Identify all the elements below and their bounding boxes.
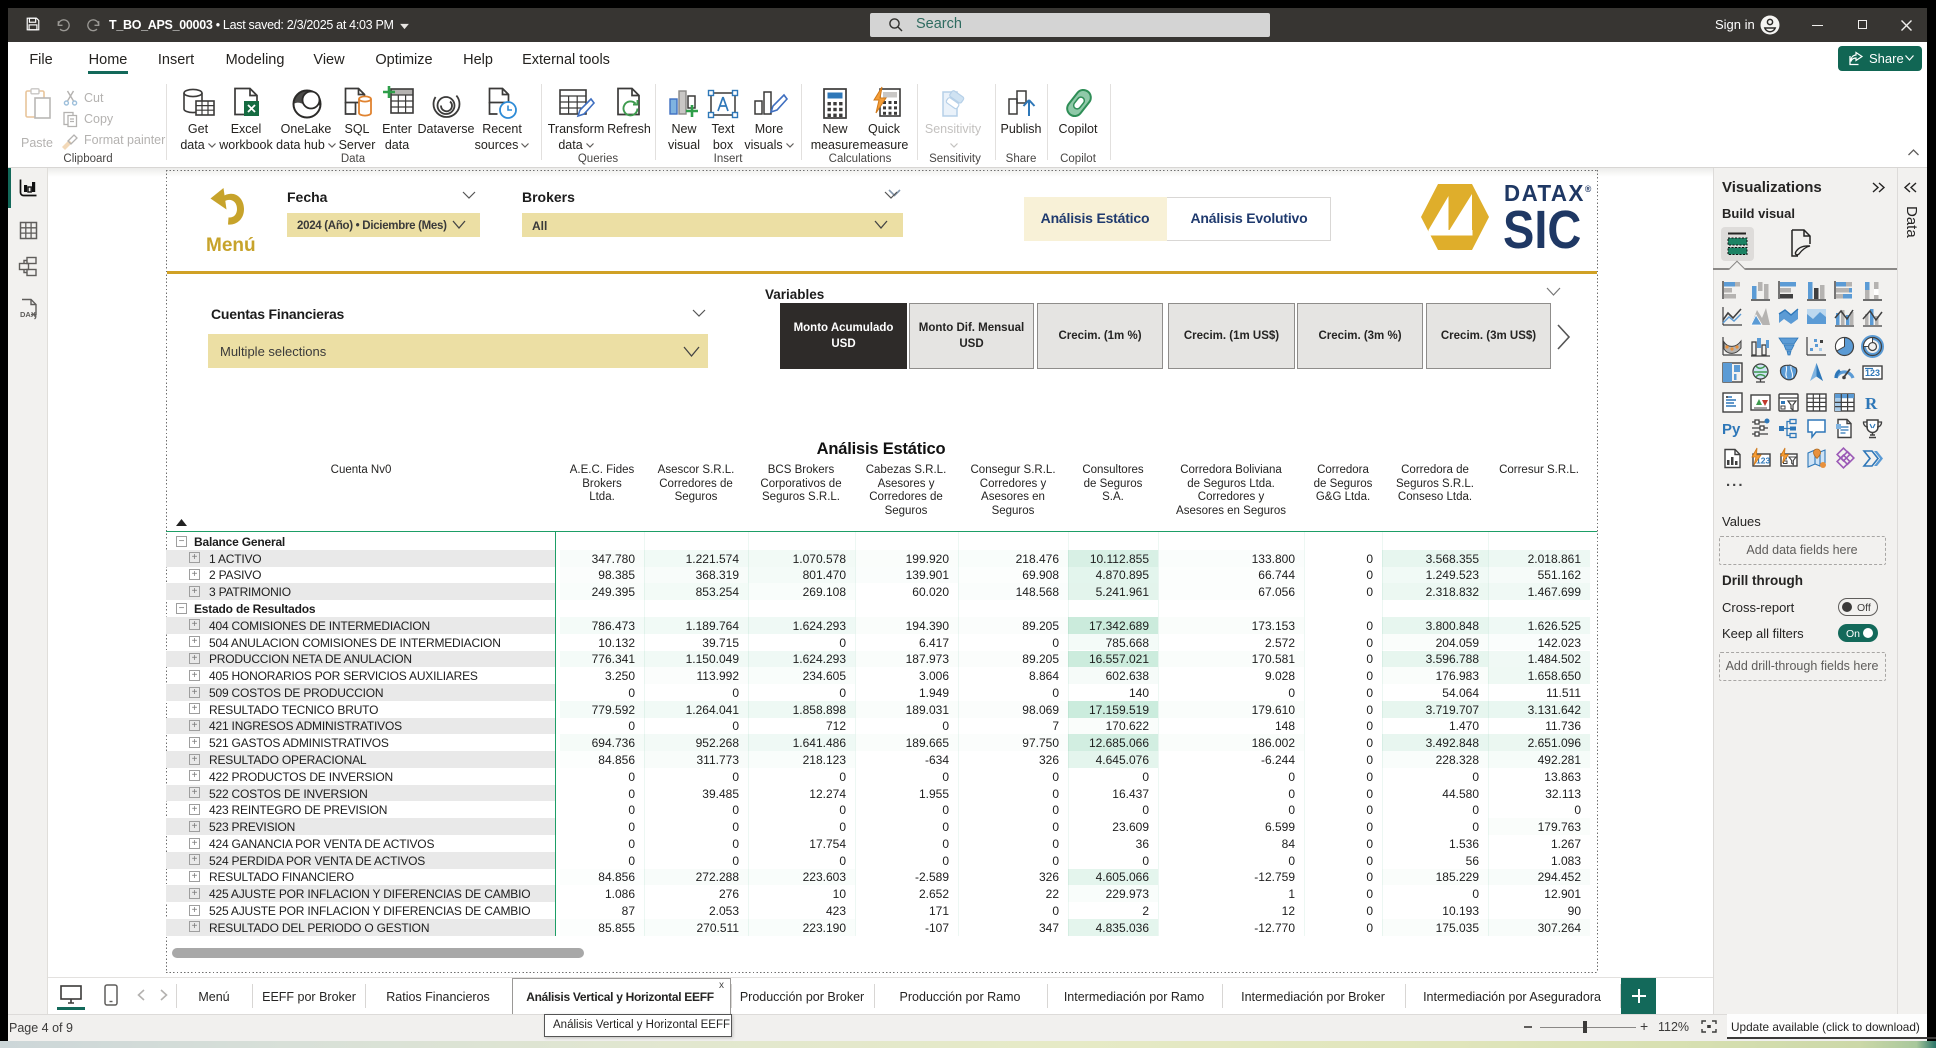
svg-text:Py: Py [1722, 421, 1741, 438]
svg-text:123: 123 [1865, 368, 1880, 378]
svg-text:DAX: DAX [20, 310, 36, 319]
svg-text:R: R [1865, 394, 1878, 413]
